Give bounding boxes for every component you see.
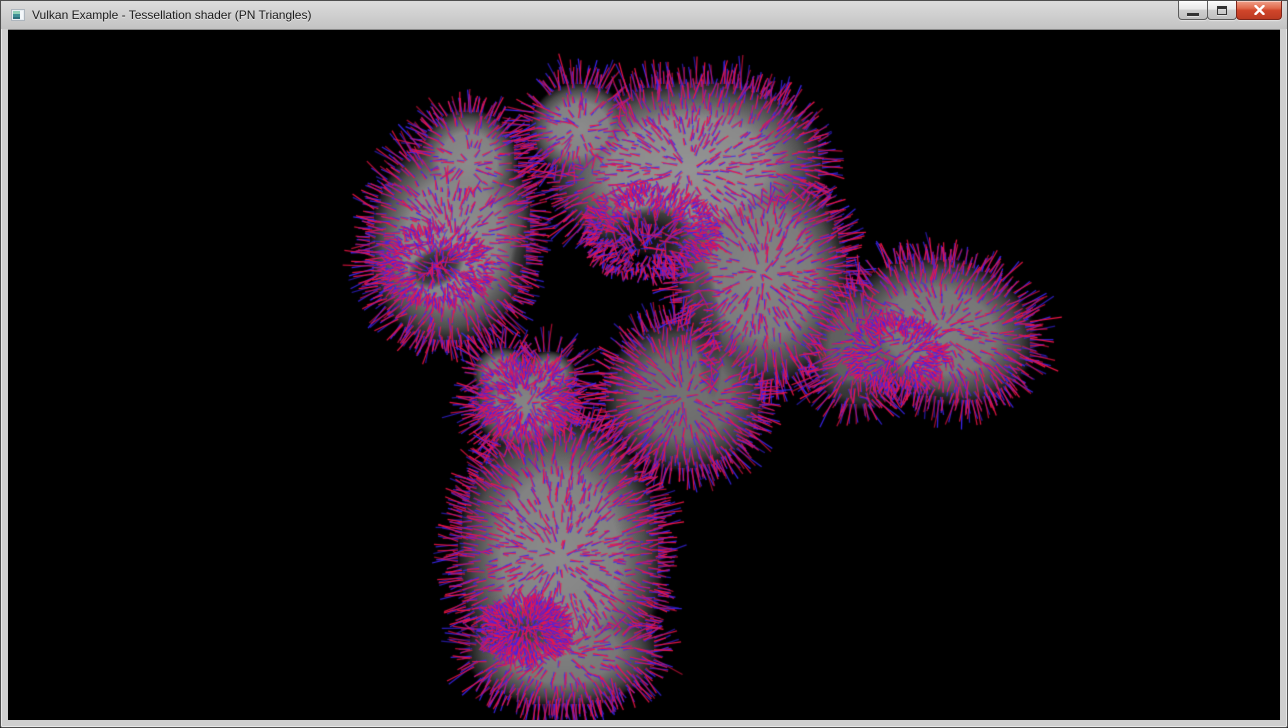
close-button[interactable]: [1236, 1, 1282, 20]
minimize-icon: [1187, 13, 1199, 16]
window-title: Vulkan Example - Tessellation shader (PN…: [32, 8, 311, 22]
minimize-button[interactable]: [1178, 1, 1208, 20]
close-icon: [1254, 5, 1265, 15]
window-titlebar[interactable]: Vulkan Example - Tessellation shader (PN…: [1, 1, 1287, 29]
maximize-icon: [1217, 6, 1227, 15]
app-icon[interactable]: [10, 7, 26, 23]
app-window[interactable]: Vulkan Example - Tessellation shader (PN…: [0, 0, 1288, 728]
maximize-button[interactable]: [1207, 1, 1237, 20]
app-icon-image: [10, 7, 26, 23]
render-viewport[interactable]: [8, 30, 1280, 720]
window-controls: [1179, 1, 1282, 20]
render-client-area: [8, 29, 1280, 720]
